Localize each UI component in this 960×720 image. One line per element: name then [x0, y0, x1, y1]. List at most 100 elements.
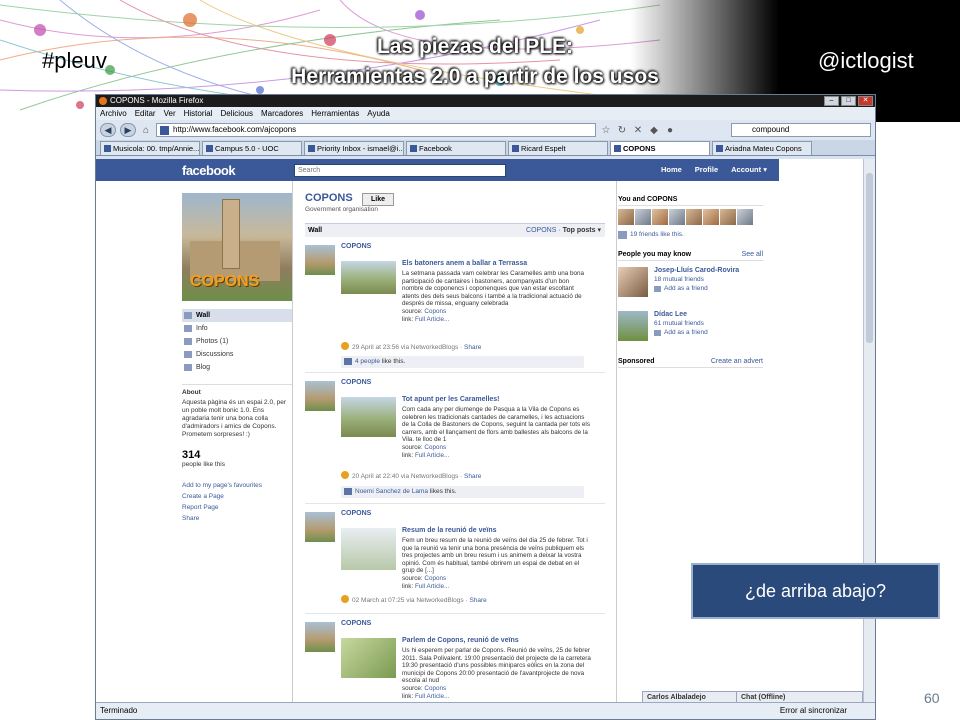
post-share-link[interactable]: Share	[464, 473, 481, 480]
post-full-article-link[interactable]: Full Article...	[415, 316, 449, 323]
add-favourites-link[interactable]: Add to my page's favourites	[182, 480, 292, 491]
tab-copons[interactable]: COPONS	[610, 141, 710, 155]
post-thumbnail[interactable]	[341, 397, 396, 437]
post-thumbnail[interactable]	[341, 528, 396, 570]
avatar[interactable]	[652, 209, 668, 225]
post-meta: 29 April at 23:56 via NetworkedBlogs · S…	[341, 342, 481, 351]
tab-facebook[interactable]: Facebook	[406, 141, 506, 155]
tab-musicola[interactable]: Musicola: 00. tmp/Annie...	[100, 141, 200, 155]
pymk-mutual[interactable]: 61 mutual friends	[654, 320, 704, 327]
post-source-link[interactable]: Copons	[424, 308, 446, 315]
post-author[interactable]: COPONS	[341, 620, 371, 627]
forward-icon[interactable]: ▶	[120, 123, 136, 137]
share-page-link[interactable]: Share	[182, 513, 292, 524]
post-likes-link[interactable]: Noemi Sanchez de Lama	[355, 488, 428, 495]
profile-picture[interactable]: COPONS	[182, 193, 292, 301]
pymk-mutual[interactable]: 18 mutual friends	[654, 276, 704, 283]
avatar[interactable]	[720, 209, 736, 225]
wall-sort-dropdown[interactable]: Top posts ▾	[563, 227, 601, 234]
sidebar-item-discussions[interactable]: Discussions	[182, 348, 292, 361]
sidebar-item-info[interactable]: Info	[182, 322, 292, 335]
main-column: COPONS Like Government organisation Wall…	[292, 181, 617, 704]
sidebar-item-blog[interactable]: Blog	[182, 361, 292, 374]
post-full-article-link[interactable]: Full Article...	[415, 693, 449, 700]
pymk-name[interactable]: Dídac Lee	[654, 311, 687, 318]
post-title[interactable]: Els batoners anem a ballar a Terrassa	[402, 260, 527, 267]
post-share-link[interactable]: Share	[469, 597, 486, 604]
tag-icon[interactable]: ◆	[648, 125, 660, 136]
wall-filter-page[interactable]: COPONS ·	[526, 227, 561, 234]
nav-home[interactable]: Home	[661, 159, 682, 181]
create-advert-link[interactable]: Create an advert	[711, 355, 763, 368]
menu-historial[interactable]: Historial	[184, 107, 213, 120]
url-bar[interactable]: http://www.facebook.com/ajcopons	[156, 123, 596, 137]
menu-marcadores[interactable]: Marcadores	[261, 107, 303, 120]
post-share-link[interactable]: Share	[464, 344, 481, 351]
maximize-button[interactable]: □	[841, 96, 856, 106]
menu-ayuda[interactable]: Ayuda	[367, 107, 390, 120]
post-likes: Noemi Sanchez de Lama likes this.	[341, 486, 584, 498]
avatar[interactable]	[618, 267, 648, 297]
see-all-link[interactable]: See all	[742, 248, 763, 261]
post-title[interactable]: Resum de la reunió de veïns	[402, 527, 497, 534]
search-input[interactable]: compound	[731, 123, 871, 137]
tab-ariadna-mateu[interactable]: Ariadna Mateu Copons	[712, 141, 812, 155]
adblock-icon[interactable]: ●	[664, 125, 676, 136]
tab-campus[interactable]: Campus 5.0 - UOC	[202, 141, 302, 155]
pymk-name[interactable]: Josep-Lluís Carod-Rovira	[654, 267, 739, 274]
friends-avatars	[618, 209, 768, 225]
post-avatar[interactable]	[305, 381, 335, 411]
reload-icon[interactable]: ↻	[616, 125, 628, 136]
post-full-article-link[interactable]: Full Article...	[415, 583, 449, 590]
add-friend-link[interactable]: Add as a friend	[654, 329, 708, 336]
post-thumbnail[interactable]	[341, 261, 396, 294]
post-source-link[interactable]: Copons	[424, 685, 446, 692]
post-title[interactable]: Parlem de Copons, reunió de veïns	[402, 637, 519, 644]
friends-like-link[interactable]: 19 friends like this.	[618, 231, 768, 239]
post-thumbnail[interactable]	[341, 638, 396, 678]
like-button[interactable]: Like	[362, 193, 394, 206]
menu-editar[interactable]: Editar	[135, 107, 156, 120]
create-page-link[interactable]: Create a Page	[182, 491, 292, 502]
nav-profile[interactable]: Profile	[695, 159, 718, 181]
add-friend-link[interactable]: Add as a friend	[654, 285, 708, 292]
stop-icon[interactable]: ✕	[632, 125, 644, 136]
facebook-logo[interactable]: facebook	[182, 163, 236, 178]
home-icon[interactable]: ⌂	[140, 125, 152, 136]
post-meta: 20 April at 22:40 via NetworkedBlogs · S…	[341, 471, 481, 480]
post-avatar[interactable]	[305, 622, 335, 652]
minimize-button[interactable]: –	[824, 96, 839, 106]
facebook-search-input[interactable]: Search	[294, 164, 506, 177]
post-author[interactable]: COPONS	[341, 510, 371, 517]
post-likes-link[interactable]: 4 people	[355, 358, 380, 365]
post-source-link[interactable]: Copons	[424, 444, 446, 451]
avatar[interactable]	[635, 209, 651, 225]
avatar[interactable]	[669, 209, 685, 225]
menu-ver[interactable]: Ver	[164, 107, 176, 120]
avatar[interactable]	[737, 209, 753, 225]
avatar[interactable]	[618, 209, 634, 225]
post-avatar[interactable]	[305, 512, 335, 542]
avatar[interactable]	[618, 311, 648, 341]
post-author[interactable]: COPONS	[341, 243, 371, 250]
post-source-link[interactable]: Copons	[424, 575, 446, 582]
avatar[interactable]	[686, 209, 702, 225]
sidebar-item-wall[interactable]: Wall	[182, 309, 292, 322]
report-page-link[interactable]: Report Page	[182, 502, 292, 513]
sidebar-item-photos[interactable]: Photos (1)	[182, 335, 292, 348]
bookmark-star-icon[interactable]: ☆	[600, 125, 612, 136]
post-full-article-link[interactable]: Full Article...	[415, 452, 449, 459]
avatar[interactable]	[703, 209, 719, 225]
menu-delicious[interactable]: Delicious	[221, 107, 253, 120]
close-button[interactable]: ✕	[858, 96, 873, 106]
menu-archivo[interactable]: Archivo	[100, 107, 127, 120]
tab-ricard-espelt[interactable]: Ricard Espelt	[508, 141, 608, 155]
post-avatar[interactable]	[305, 245, 335, 275]
post-title[interactable]: Tot apunt per les Caramelles!	[402, 396, 500, 403]
back-icon[interactable]: ◀	[100, 123, 116, 137]
nav-account[interactable]: Account ▾	[731, 159, 767, 181]
vertical-scrollbar[interactable]	[863, 159, 875, 704]
tab-priority-inbox[interactable]: Priority Inbox - ismael@i...	[304, 141, 404, 155]
menu-herramientas[interactable]: Herramientas	[311, 107, 359, 120]
post-author[interactable]: COPONS	[341, 379, 371, 386]
